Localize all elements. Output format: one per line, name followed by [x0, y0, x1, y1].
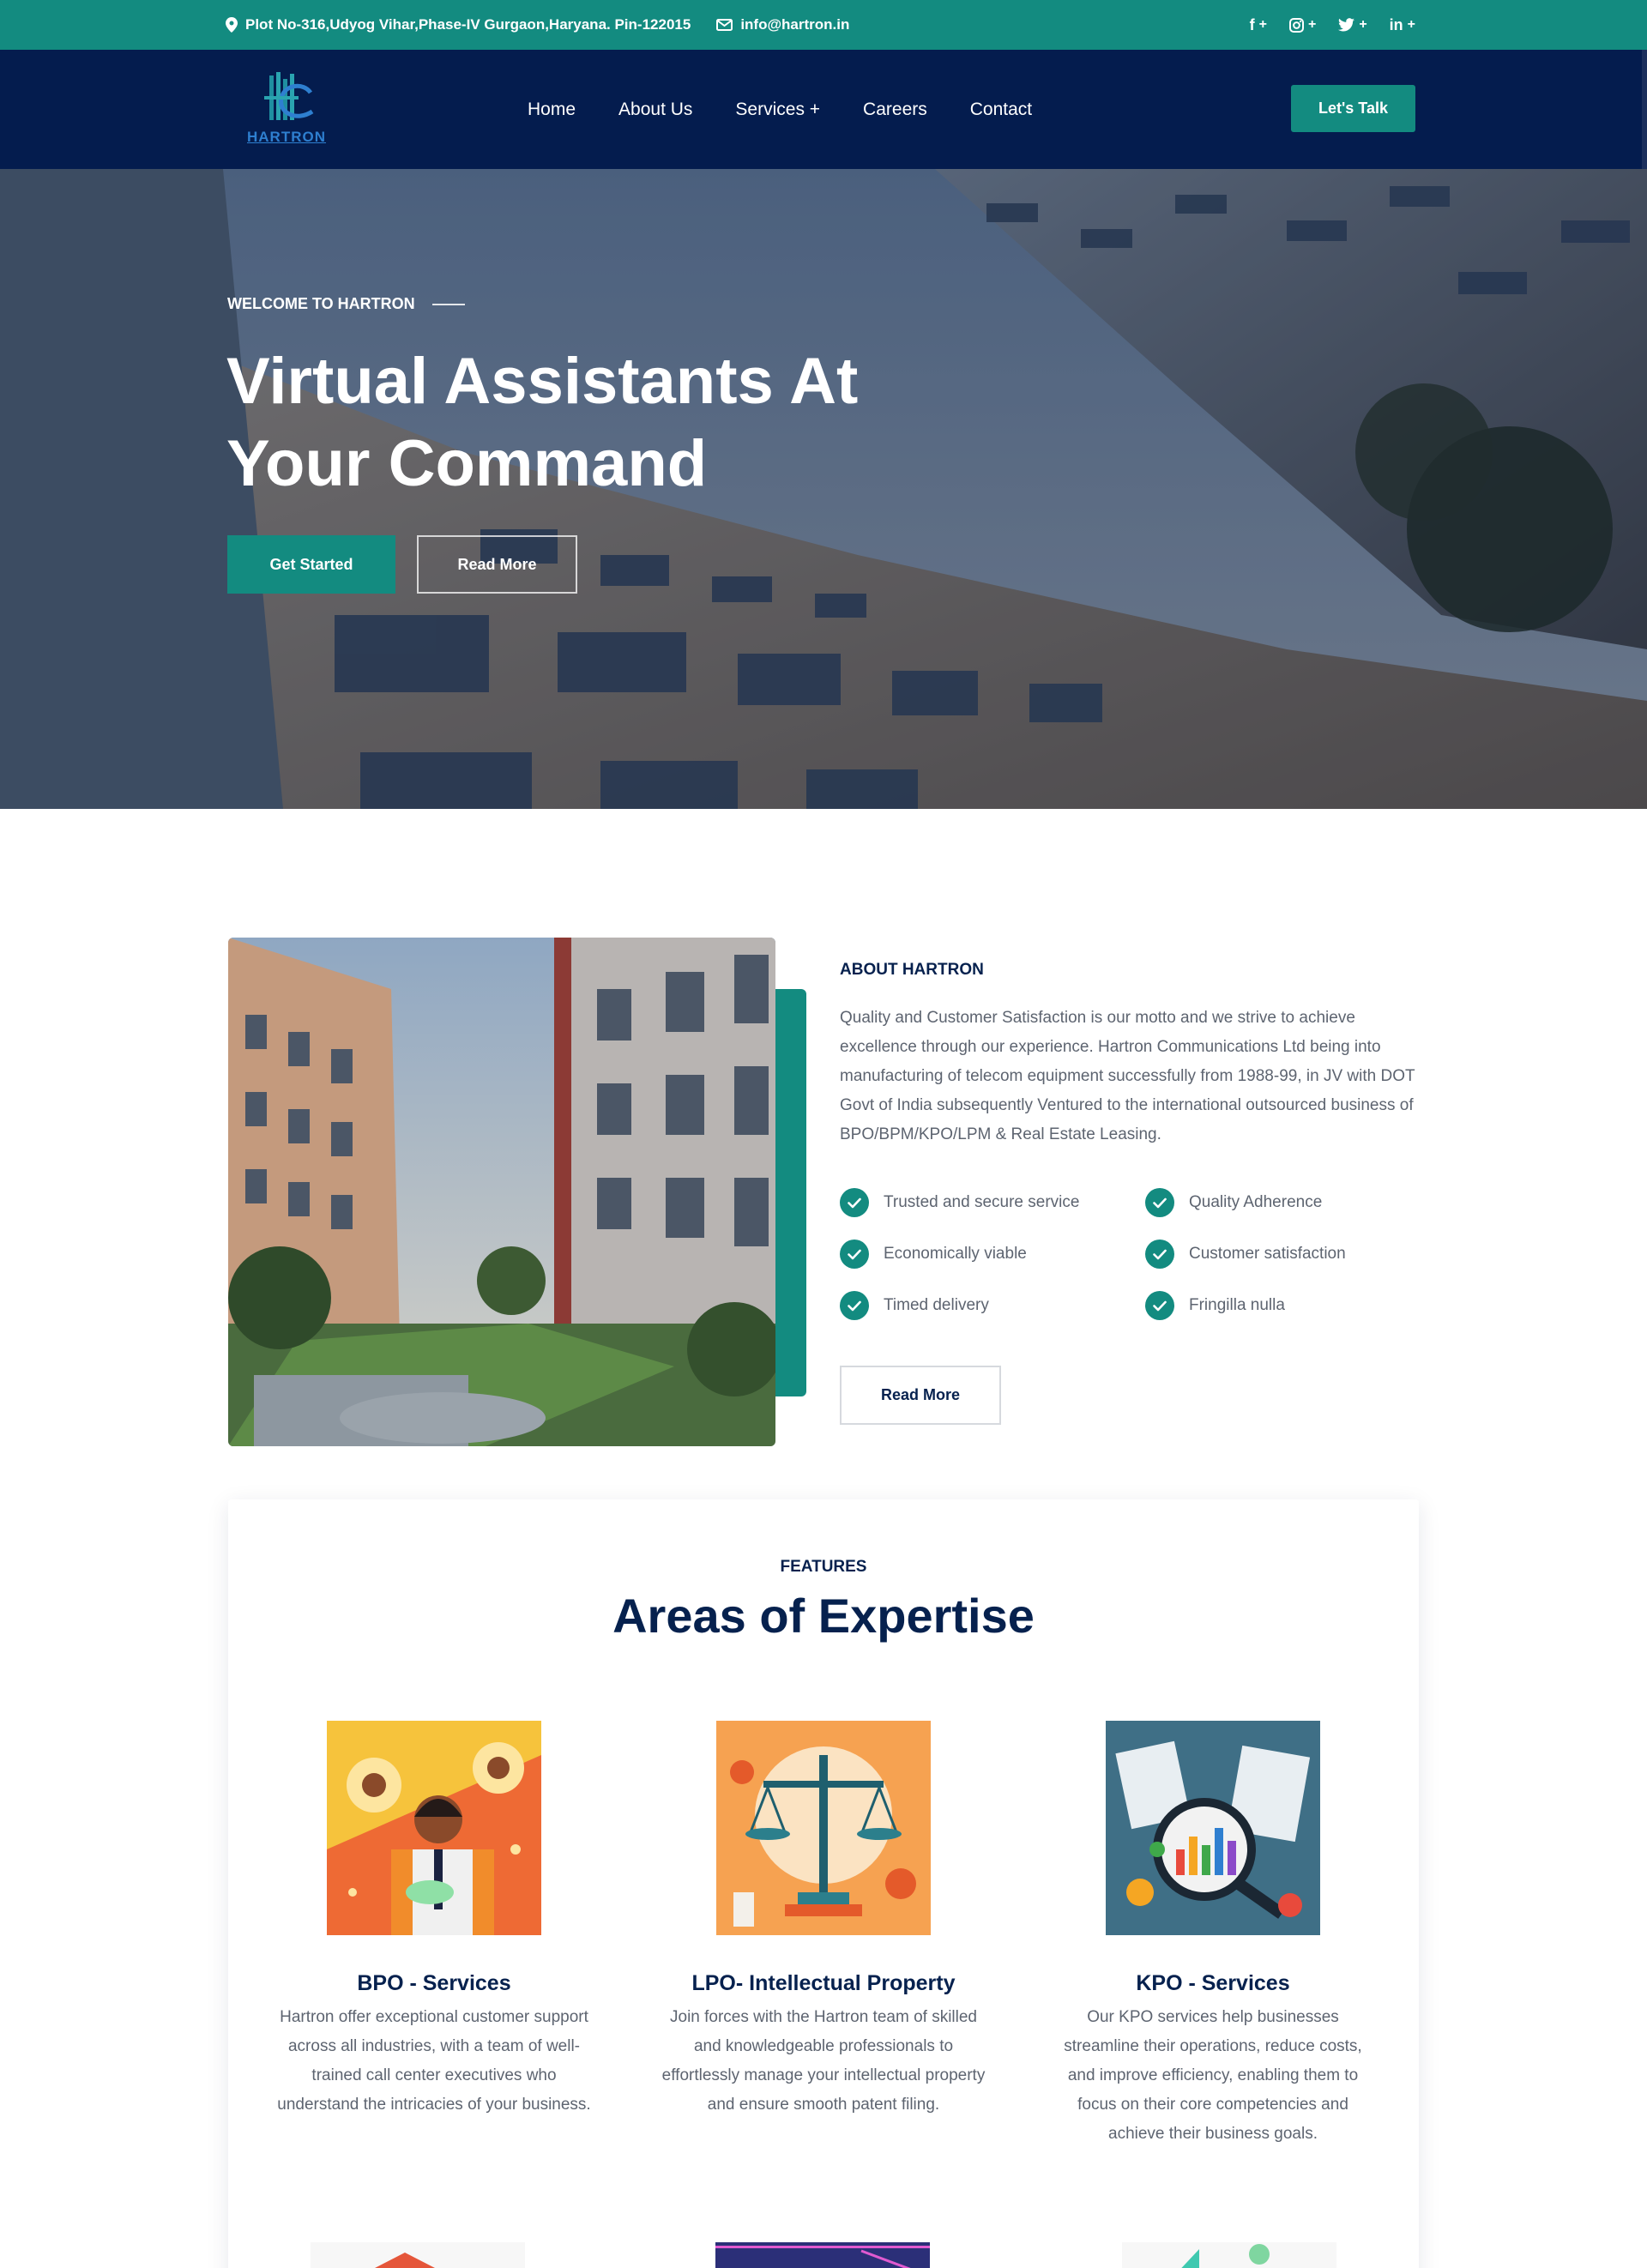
address-item: Plot No-316,Udyog Vihar,Phase-IV Gurgaon… [226, 16, 691, 33]
social-links: f + + + in + [1228, 0, 1415, 50]
feature-card-title: KPO - Services [1136, 1971, 1290, 1995]
contact-info: Plot No-316,Udyog Vihar,Phase-IV Gurgaon… [226, 0, 875, 50]
check-item: Customer satisfaction [1145, 1240, 1346, 1269]
kpo-illustration [1106, 1721, 1320, 1935]
about-label: ABOUT HARTRON [840, 961, 984, 979]
check-item: Fringilla nulla [1145, 1291, 1285, 1320]
features-eyebrow: FEATURES [780, 1558, 867, 1576]
feature-card-bpo[interactable]: BPO - Services Hartron offer exceptional… [254, 1721, 614, 2120]
about-paragraph: Quality and Customer Satisfaction is our… [840, 1009, 1415, 1143]
call-center-agent-image [327, 1721, 541, 1935]
linkedin-plus: + [1407, 17, 1415, 32]
checkmark-icon [840, 1291, 869, 1320]
hero-eyebrow-text: WELCOME TO HARTRON [227, 295, 415, 312]
twitter-plus: + [1359, 17, 1367, 32]
linkedin-link[interactable]: in + [1390, 16, 1415, 34]
feature-card-lpo[interactable]: LPO- Intellectual Property Join forces w… [643, 1721, 1004, 2120]
neon-illustration-icon [715, 2242, 930, 2268]
features-title: Areas of Expertise [612, 1589, 1035, 1643]
scrollbar[interactable] [1642, 50, 1647, 169]
data-analysis-image [1106, 1721, 1320, 1935]
checkmark-icon [840, 1188, 869, 1217]
check-item: Economically viable [840, 1240, 1027, 1269]
top-bar: Plot No-316,Udyog Vihar,Phase-IV Gurgaon… [0, 0, 1647, 50]
get-started-button[interactable]: Get Started [227, 535, 395, 594]
next-card-image-peek [715, 2242, 930, 2268]
features-section: FEATURES Areas of Expertise BPO - Servic… [228, 1499, 1419, 2268]
nav-careers[interactable]: Careers [863, 100, 927, 120]
twitter-icon [1338, 18, 1355, 32]
main-nav: Home About Us Services + Careers Contact [528, 50, 1075, 169]
logo-text: HARTRON [247, 129, 326, 145]
checkmark-icon [840, 1240, 869, 1269]
nav-home[interactable]: Home [528, 100, 576, 120]
scales-of-justice-image [716, 1721, 931, 1935]
check-label: Quality Adherence [1189, 1193, 1323, 1211]
location-pin-icon [226, 17, 238, 33]
eyebrow-divider [431, 303, 465, 305]
next-card-image-peek [311, 2242, 525, 2268]
about-content: ABOUT HARTRON Quality and Customer Satis… [840, 961, 1423, 1149]
hero-title: Virtual Assistants At Your Command [226, 345, 859, 500]
hero-eyebrow: WELCOME TO HARTRON [227, 295, 465, 313]
about-read-more-button[interactable]: Read More [840, 1366, 1001, 1425]
hartron-logo[interactable]: HARTRON [244, 69, 329, 151]
check-item: Timed delivery [840, 1291, 989, 1320]
bpo-illustration [327, 1721, 541, 1935]
cube-illustration-icon [311, 2242, 525, 2268]
check-label: Trusted and secure service [884, 1193, 1080, 1211]
facebook-link[interactable]: f + [1250, 16, 1267, 34]
main-header: HARTRON Home About Us Services + Careers… [0, 50, 1647, 169]
nav-contact[interactable]: Contact [970, 100, 1032, 120]
feature-card-title: LPO- Intellectual Property [691, 1971, 956, 1995]
check-label: Timed delivery [884, 1296, 989, 1314]
feature-card-text: Join forces with the Hartron team of ski… [661, 2008, 986, 2114]
logo-mark-icon [264, 72, 314, 120]
lets-talk-button[interactable]: Let's Talk [1291, 85, 1415, 132]
instagram-link[interactable]: + [1288, 17, 1317, 33]
geometric-illustration-icon [1122, 2242, 1336, 2268]
feature-card-text: Our KPO services help businesses streaml… [1064, 2008, 1362, 2143]
about-building-photo [228, 938, 775, 1446]
feature-card-kpo[interactable]: KPO - Services Our KPO services help bus… [1033, 1721, 1393, 2149]
check-label: Economically viable [884, 1245, 1027, 1263]
checkmark-icon [1145, 1291, 1174, 1320]
check-label: Fringilla nulla [1189, 1296, 1285, 1314]
lpo-illustration [716, 1721, 931, 1935]
hero-read-more-button[interactable]: Read More [417, 535, 577, 594]
feature-card-title: BPO - Services [357, 1971, 511, 1995]
address-text: Plot No-316,Udyog Vihar,Phase-IV Gurgaon… [245, 16, 691, 33]
linkedin-icon: in [1389, 15, 1403, 33]
email-link[interactable]: info@hartron.in [740, 16, 849, 33]
nav-services[interactable]: Services + [735, 100, 820, 120]
next-card-image-peek [1122, 2242, 1336, 2268]
facebook-plus: + [1258, 17, 1267, 32]
check-label: Customer satisfaction [1189, 1245, 1346, 1263]
twitter-link[interactable]: + [1338, 17, 1367, 33]
hero-section: WELCOME TO HARTRON Virtual Assistants At… [0, 169, 1647, 809]
checkmark-icon [1145, 1240, 1174, 1269]
courtyard-image [228, 938, 775, 1446]
instagram-icon [1288, 17, 1304, 33]
facebook-icon: f [1249, 15, 1255, 33]
check-item: Trusted and secure service [840, 1188, 1079, 1217]
check-item: Quality Adherence [1145, 1188, 1322, 1217]
email-item[interactable]: info@hartron.in [716, 16, 849, 33]
nav-about-us[interactable]: About Us [618, 100, 692, 120]
instagram-plus: + [1307, 17, 1317, 32]
checkmark-icon [1145, 1188, 1174, 1217]
envelope-icon [716, 19, 733, 31]
feature-card-text: Hartron offer exceptional customer suppo… [277, 2008, 591, 2114]
